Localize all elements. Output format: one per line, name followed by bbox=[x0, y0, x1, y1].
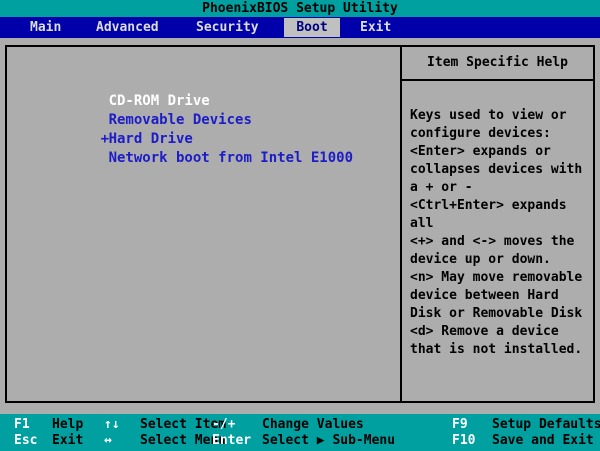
help-panel: Item Specific Help Keys used to view or … bbox=[400, 47, 593, 401]
key-enter: Enter bbox=[212, 433, 262, 449]
help-line: collapses devices with bbox=[410, 161, 589, 179]
help-line: Keys used to view or bbox=[410, 107, 589, 125]
key-legend: F1 Help ↑↓ Select Item -/+ Change Values… bbox=[0, 414, 600, 451]
menu-item-main[interactable]: Main bbox=[30, 17, 61, 38]
key-f9: F9 bbox=[452, 417, 492, 433]
help-line: a + or - bbox=[410, 179, 589, 197]
help-line: that is not installed. bbox=[410, 341, 589, 359]
help-line: all bbox=[410, 215, 589, 233]
bios-setup-screen: { "title_bar": { "title": "PhoenixBIOS S… bbox=[0, 0, 600, 451]
help-line: <+> and <-> moves the bbox=[410, 233, 589, 251]
boot-order-panel: CD-ROM Drive Removable Devices +Hard Dri… bbox=[7, 47, 400, 401]
boot-item-label: Network boot from Intel E1000 bbox=[109, 150, 353, 166]
help-line: device up or down. bbox=[410, 251, 589, 269]
help-line: Disk or Removable Disk bbox=[410, 305, 589, 323]
key-esc: Esc bbox=[14, 433, 52, 449]
help-line: <n> May move removable bbox=[410, 269, 589, 287]
app-title: PhoenixBIOS Setup Utility bbox=[202, 1, 398, 16]
boot-item-label: Hard Drive bbox=[109, 131, 193, 147]
boot-item-label: CD-ROM Drive bbox=[109, 93, 210, 109]
help-panel-title: Item Specific Help bbox=[402, 47, 593, 81]
key-leftright-label: Select Menu bbox=[140, 433, 212, 449]
key-f10: F10 bbox=[452, 433, 492, 449]
key-f10-label: Save and Exit bbox=[492, 433, 600, 449]
key-leftright-icon: ↔ bbox=[104, 433, 140, 449]
key-legend-row-1: F1 Help ↑↓ Select Item -/+ Change Values… bbox=[0, 417, 600, 433]
key-esc-label: Exit bbox=[52, 433, 104, 449]
key-legend-row-2: Esc Exit ↔ Select Menu Enter Select ▶ Su… bbox=[0, 433, 600, 449]
key-minus-plus: -/+ bbox=[212, 417, 262, 433]
help-line: configure devices: bbox=[410, 125, 589, 143]
menu-item-boot[interactable]: Boot bbox=[284, 18, 340, 37]
help-line: <Ctrl+Enter> expands bbox=[410, 197, 589, 215]
help-panel-text: Keys used to view or configure devices: … bbox=[402, 81, 593, 359]
menu-item-exit[interactable]: Exit bbox=[360, 17, 391, 38]
menu-item-security[interactable]: Security bbox=[196, 17, 259, 38]
help-line: <d> Remove a device bbox=[410, 323, 589, 341]
boot-item-cdrom[interactable]: CD-ROM Drive bbox=[7, 73, 400, 92]
key-updown-icon: ↑↓ bbox=[104, 417, 140, 433]
boot-item-label: Removable Devices bbox=[109, 112, 252, 128]
help-line: <Enter> expands or bbox=[410, 143, 589, 161]
key-minus-plus-label: Change Values bbox=[262, 417, 452, 433]
menu-bar: Main Advanced Security Boot Exit bbox=[0, 17, 600, 38]
help-line: device between Hard bbox=[410, 287, 589, 305]
key-f1-label: Help bbox=[52, 417, 104, 433]
title-bar: PhoenixBIOS Setup Utility bbox=[0, 0, 600, 17]
expand-indicator: + bbox=[101, 130, 109, 149]
key-updown-label: Select Item bbox=[140, 417, 212, 433]
key-f1: F1 bbox=[14, 417, 52, 433]
key-f9-label: Setup Defaults bbox=[492, 417, 600, 433]
main-area: CD-ROM Drive Removable Devices +Hard Dri… bbox=[5, 45, 595, 403]
menu-item-advanced[interactable]: Advanced bbox=[96, 17, 159, 38]
key-enter-label: Select ▶ Sub-Menu bbox=[262, 433, 452, 449]
